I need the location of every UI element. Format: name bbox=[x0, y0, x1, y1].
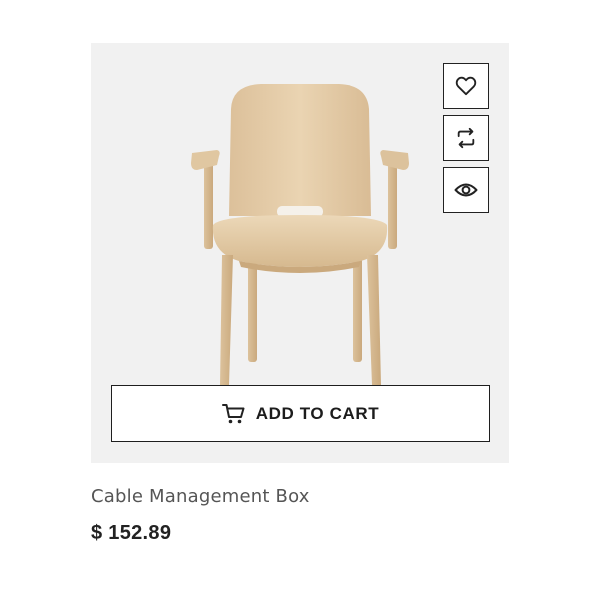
compare-button[interactable] bbox=[443, 115, 489, 161]
product-price: $ 152.89 bbox=[91, 522, 172, 544]
product-title[interactable]: Cable Management Box bbox=[91, 486, 310, 507]
cart-icon bbox=[221, 403, 245, 423]
add-to-cart-label: ADD TO CART bbox=[255, 403, 380, 423]
quick-view-button[interactable] bbox=[443, 167, 489, 213]
heart-icon bbox=[455, 76, 477, 96]
eye-icon bbox=[454, 183, 478, 197]
product-card[interactable]: ADD TO CART bbox=[91, 43, 509, 463]
wishlist-button[interactable] bbox=[443, 63, 489, 109]
add-to-cart-button[interactable]: ADD TO CART bbox=[111, 385, 490, 442]
compare-arrows-icon bbox=[457, 127, 475, 149]
